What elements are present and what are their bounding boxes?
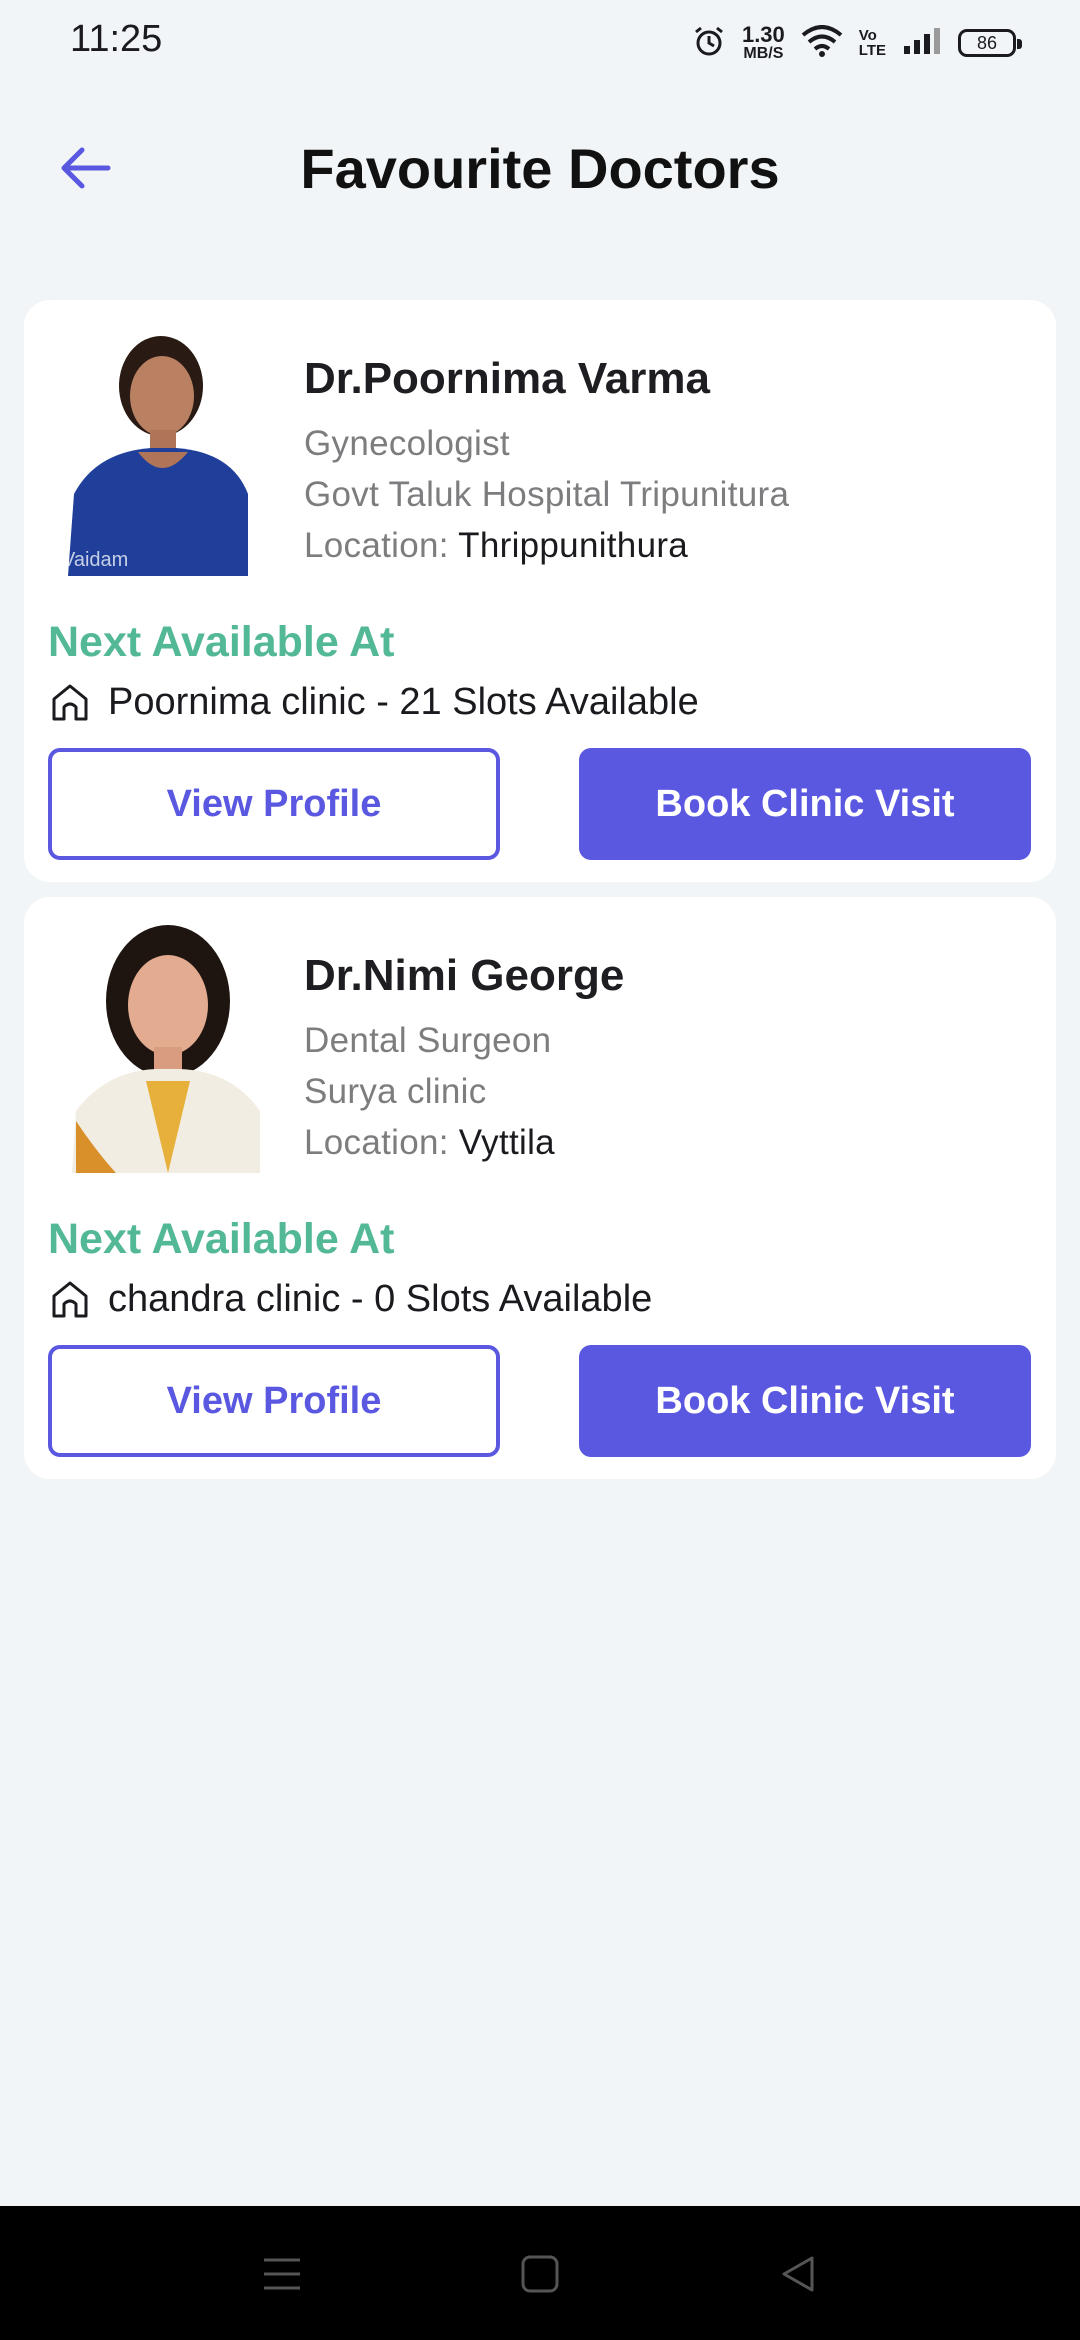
doctor-name: Dr.Poornima Varma: [304, 354, 710, 403]
net-speed: 1.30 MB/S: [742, 24, 785, 62]
doctor-photo: Vaidam: [56, 324, 276, 576]
battery-icon: 86: [958, 29, 1022, 57]
view-profile-button[interactable]: View Profile: [48, 748, 500, 860]
home-square-icon[interactable]: [510, 2244, 570, 2304]
wifi-icon: [801, 24, 843, 62]
doctor-card[interactable]: Vaidam Dr.Poornima Varma Gynecologist Go…: [24, 300, 1056, 882]
status-bar: 11:25 1.30 MB/S Vo LTE 86: [0, 0, 1080, 84]
book-clinic-visit-button[interactable]: Book Clinic Visit: [579, 748, 1031, 860]
net-speed-value: 1.30: [741, 22, 785, 47]
photo-watermark: Vaidam: [62, 549, 129, 571]
back-triangle-icon[interactable]: [768, 2244, 828, 2304]
volte-bottom: LTE: [858, 42, 886, 59]
doctor-location: Location: Vyttila: [304, 1123, 555, 1163]
next-available-label: Next Available At: [48, 618, 395, 666]
status-time: 11:25: [70, 18, 163, 60]
clinic-slots: chandra clinic - 0 Slots Available: [48, 1277, 652, 1321]
location-label: Location:: [304, 526, 449, 565]
doctor-hospital: Govt Taluk Hospital Tripunitura: [304, 475, 790, 514]
location-value: Vyttila: [458, 1123, 555, 1162]
doctor-location: Location: Thrippunithura: [304, 526, 688, 566]
home-icon: [48, 1277, 92, 1321]
clinic-slots-text: Poornima clinic - 21 Slots Available: [108, 680, 699, 723]
doctor-specialty: Dental Surgeon: [304, 1021, 552, 1060]
location-label: Location:: [304, 1123, 449, 1162]
doctor-specialty: Gynecologist: [304, 424, 510, 463]
page-title: Favourite Doctors: [300, 137, 780, 200]
next-available-label: Next Available At: [48, 1215, 395, 1263]
volte-indicator: Vo LTE: [859, 28, 886, 58]
location-value: Thrippunithura: [458, 526, 689, 565]
battery-level: 86: [976, 32, 998, 53]
doctor-hospital: Surya clinic: [304, 1072, 487, 1111]
net-speed-unit: MB/S: [743, 45, 784, 62]
menu-icon[interactable]: [252, 2244, 312, 2304]
home-icon: [48, 680, 92, 724]
alarm-icon: [692, 24, 726, 63]
signal-icon: [902, 26, 942, 61]
volte-top: Vo: [858, 27, 877, 44]
clinic-slots-text: chandra clinic - 0 Slots Available: [108, 1277, 653, 1320]
doctor-photo: [56, 921, 276, 1173]
system-nav-bar: [0, 2206, 1080, 2340]
doctor-card[interactable]: Dr.Nimi George Dental Surgeon Surya clin…: [24, 897, 1056, 1479]
doctor-name: Dr.Nimi George: [304, 951, 625, 1000]
view-profile-button[interactable]: View Profile: [48, 1345, 500, 1457]
book-clinic-visit-button[interactable]: Book Clinic Visit: [579, 1345, 1031, 1457]
clinic-slots: Poornima clinic - 21 Slots Available: [48, 680, 699, 724]
status-icons: 1.30 MB/S Vo LTE 86: [692, 20, 1022, 66]
